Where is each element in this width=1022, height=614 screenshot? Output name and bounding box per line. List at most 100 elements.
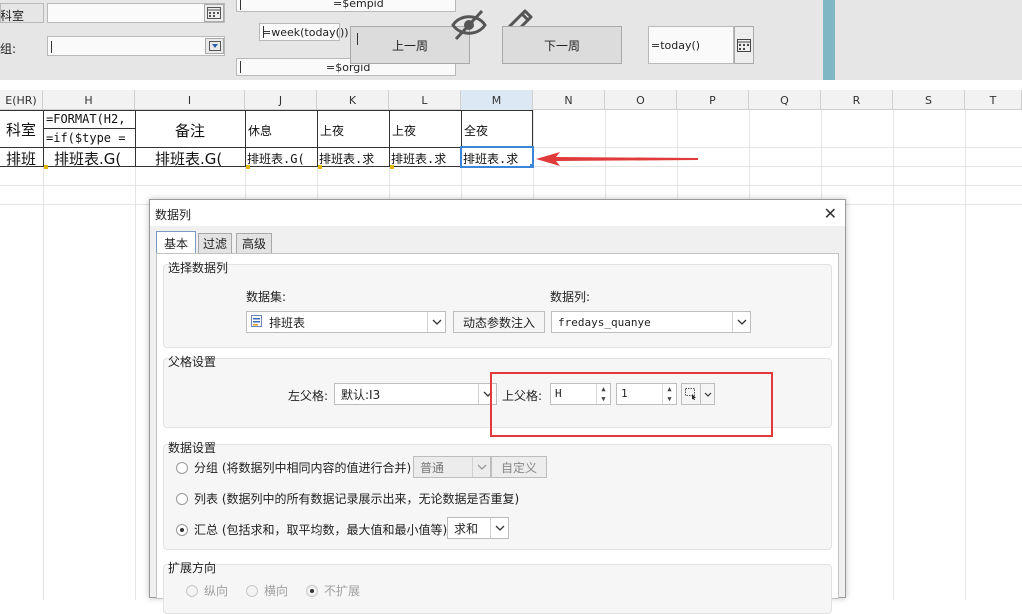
radio-icon[interactable] xyxy=(176,492,188,505)
empid-param-field[interactable]: =$empid xyxy=(236,0,456,12)
eye-off-icon[interactable] xyxy=(450,8,488,45)
radio-icon xyxy=(186,584,198,597)
column-select[interactable]: fredays_quanye xyxy=(551,311,751,333)
cell-marker xyxy=(246,165,250,169)
expand-direction-group: 扩展方向 纵向 横向 不扩展 xyxy=(163,561,832,614)
dataset-select[interactable]: 排班表 xyxy=(246,311,446,333)
column-header-selected[interactable]: M xyxy=(461,90,533,110)
column-header[interactable]: L xyxy=(389,90,461,110)
radio-selected-icon xyxy=(306,584,318,597)
calendar-icon[interactable] xyxy=(204,4,224,22)
cell-i1[interactable]: 备注 xyxy=(175,120,205,141)
group-select[interactable] xyxy=(47,36,225,56)
column-header[interactable]: E(HR) xyxy=(0,90,43,110)
column-header[interactable]: R xyxy=(821,90,893,110)
cell-marker xyxy=(318,165,322,169)
next-week-label: 下一周 xyxy=(543,38,580,53)
cell-h2[interactable]: 排班表.G( xyxy=(54,148,134,169)
tab-filter[interactable]: 过滤 xyxy=(198,233,232,253)
cell-m1[interactable]: 全夜 xyxy=(464,122,488,139)
column-header-row: E(HR) H I J K L M N O P Q R S T xyxy=(0,90,1022,110)
option-list-radio[interactable]: 列表 (数据列中的所有数据记录展示出来，无论数据是否重复) xyxy=(176,490,519,507)
radio-selected-icon[interactable] xyxy=(176,523,188,536)
column-header[interactable]: N xyxy=(533,90,605,110)
prev-week-label: 上一周 xyxy=(391,38,428,53)
column-header[interactable]: K xyxy=(317,90,389,110)
column-header[interactable]: I xyxy=(135,90,245,110)
cell-j1[interactable]: 休息 xyxy=(248,122,272,139)
summary-type-select[interactable]: 求和 xyxy=(447,517,509,539)
dynamic-param-button[interactable]: 动态参数注入 xyxy=(453,311,545,333)
next-week-button[interactable]: 下一周 xyxy=(502,26,622,64)
close-icon[interactable]: ✕ xyxy=(824,204,837,223)
group-mode-value: 普通 xyxy=(420,460,445,475)
group-mode-select: 普通 xyxy=(413,456,491,478)
radio-icon xyxy=(246,584,258,597)
left-parent-value: 默认:I3 xyxy=(341,387,381,402)
date-picker-icon[interactable] xyxy=(734,26,754,64)
column-header[interactable]: Q xyxy=(749,90,821,110)
column-header[interactable]: J xyxy=(245,90,317,110)
empid-param-text: =$empid xyxy=(333,0,384,10)
option-group-radio[interactable]: 分组 (将数据列中相同内容的值进行合并) xyxy=(176,459,411,476)
chevron-down-icon xyxy=(490,518,508,538)
cell-i2[interactable]: 排班表.G( xyxy=(155,148,243,169)
dialog-title: 数据列 xyxy=(155,208,192,222)
cell-marker xyxy=(44,165,48,169)
designer-divider xyxy=(823,0,835,80)
radio-icon[interactable] xyxy=(176,461,188,474)
left-parent-label: 左父格: xyxy=(288,389,329,403)
tab-advanced[interactable]: 高级 xyxy=(236,233,272,253)
group-label: 组: xyxy=(0,42,17,56)
chevron-down-icon xyxy=(732,312,750,332)
cell-e1[interactable]: 科室 xyxy=(6,119,36,140)
expand-vertical-radio: 纵向 xyxy=(186,582,228,599)
annotation-arrow xyxy=(536,152,698,166)
option-summary-radio[interactable]: 汇总 (包括求和，取平均数，最大值和最小值等) xyxy=(176,521,447,538)
dropdown-icon[interactable] xyxy=(205,38,224,54)
week-param-text: =week(today()) xyxy=(262,26,349,39)
chevron-down-icon xyxy=(472,457,490,477)
group-title: 父格设置 xyxy=(168,355,217,369)
dialog-titlebar: 数据列 ✕ xyxy=(150,200,845,226)
column-header[interactable]: S xyxy=(893,90,965,110)
column-label: 数据列: xyxy=(550,290,591,304)
select-data-column-group: 选择数据列 数据集: 排班表 动态参数注入 数据列: fredays_quany… xyxy=(163,261,832,348)
column-header[interactable]: T xyxy=(965,90,1022,110)
column-header[interactable]: O xyxy=(605,90,677,110)
cell-j2[interactable]: 排班表.G( xyxy=(247,150,316,167)
column-value: fredays_quanye xyxy=(558,315,651,329)
expand-horizontal-radio: 横向 xyxy=(246,582,288,599)
dataset-label: 数据集: xyxy=(246,290,287,304)
week-param-field[interactable]: =week(today()) xyxy=(259,23,349,41)
cell-k1[interactable]: 上夜 xyxy=(320,122,344,139)
custom-button: 自定义 xyxy=(491,456,547,478)
data-settings-group: 数据设置 分组 (将数据列中相同内容的值进行合并) 普通 自定义 列表 (数据列… xyxy=(163,441,832,550)
dataset-icon xyxy=(247,314,263,330)
left-parent-select[interactable]: 默认:I3 xyxy=(334,383,497,405)
tab-basic[interactable]: 基本 xyxy=(156,231,196,254)
chevron-down-icon xyxy=(427,312,445,332)
fill-handle[interactable] xyxy=(530,164,534,168)
cell-h1-formula[interactable]: =FORMAT(H2, xyxy=(46,112,135,126)
cell-l2[interactable]: 排班表.求 xyxy=(391,150,460,167)
summary-type-value: 求和 xyxy=(454,521,479,536)
cell-h1-condition[interactable]: =if($type = xyxy=(46,131,135,145)
office-field-left[interactable] xyxy=(0,3,44,23)
dataset-value: 排班表 xyxy=(269,315,306,330)
group-title: 数据设置 xyxy=(168,441,217,455)
cell-k2[interactable]: 排班表.求 xyxy=(319,150,388,167)
selected-cell-outline xyxy=(460,146,534,168)
expand-none-radio: 不扩展 xyxy=(306,582,360,599)
annotation-highlight-box xyxy=(490,372,773,437)
cell-e2[interactable]: 排班 xyxy=(6,148,36,169)
parameter-panel: 科室 组: =$empid =week(today()) =$orgid 上一周… xyxy=(0,0,1022,80)
cell-l1[interactable]: 上夜 xyxy=(392,122,416,139)
column-header[interactable]: P xyxy=(677,90,749,110)
group-title: 选择数据列 xyxy=(168,261,229,275)
today-param-field[interactable]: =today() xyxy=(648,26,734,64)
group-title: 扩展方向 xyxy=(168,561,217,575)
office-field[interactable] xyxy=(47,3,225,23)
column-header[interactable]: H xyxy=(43,90,135,110)
today-param-text: =today() xyxy=(651,39,701,52)
